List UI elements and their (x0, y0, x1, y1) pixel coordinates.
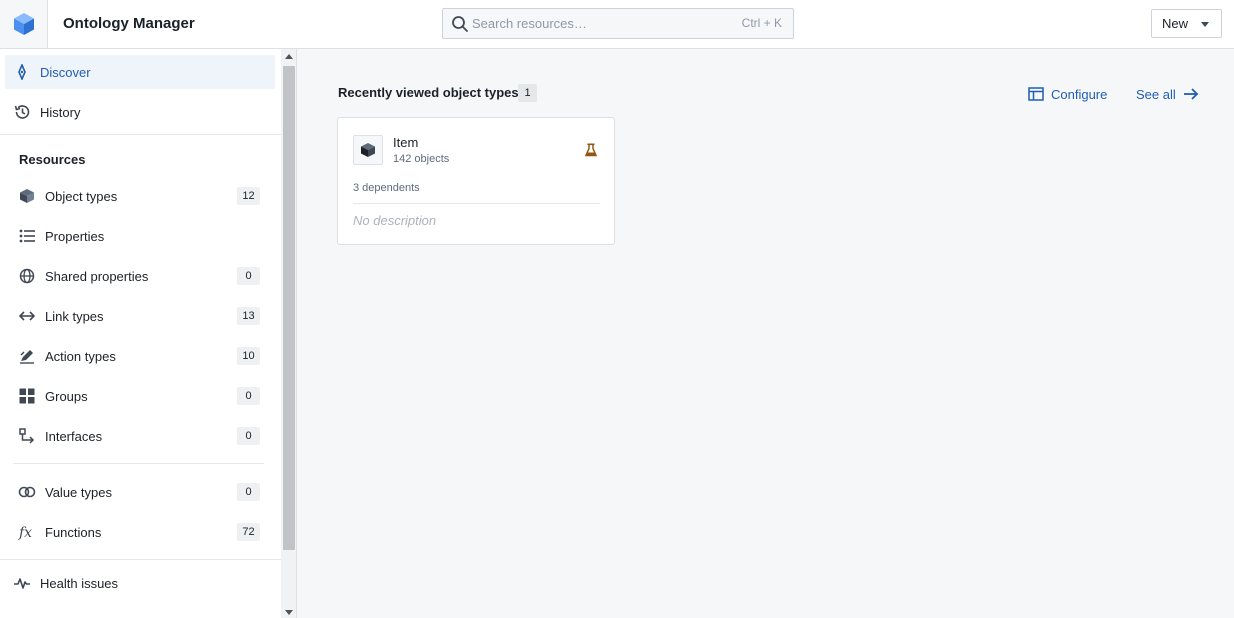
resources-heading: Resources (19, 152, 86, 167)
sidebar-item-label: Shared properties (45, 268, 149, 284)
properties-list-icon (18, 227, 36, 245)
configure-label: Configure (1051, 86, 1108, 102)
sidebar-item-health-issues[interactable]: Health issues (5, 566, 275, 600)
history-icon (13, 103, 31, 121)
flask-icon (584, 143, 598, 160)
new-button-label: New (1162, 16, 1189, 31)
scroll-thumb[interactable] (283, 66, 295, 550)
see-all-label: See all (1136, 86, 1176, 102)
cube-icon (18, 187, 36, 205)
sidebar-item-properties[interactable]: Properties (13, 219, 269, 253)
grid-icon (18, 387, 36, 405)
sidebar-item-label: Health issues (40, 575, 119, 591)
layout-panel-icon (1028, 87, 1044, 101)
object-type-name: Item (393, 135, 419, 150)
app-title: Ontology Manager (63, 15, 195, 32)
dependents-count: 3 dependents (353, 182, 420, 194)
count-badge: 0 (237, 427, 260, 445)
count-badge: 12 (237, 187, 260, 205)
sidebar-divider (13, 463, 264, 464)
pulse-icon (13, 574, 31, 592)
interface-icon (18, 427, 36, 445)
sidebar-item-history[interactable]: History (5, 95, 275, 129)
search-box[interactable]: Ctrl + K (442, 8, 794, 39)
object-type-card[interactable]: Item 142 objects 3 dependents No descrip… (337, 117, 615, 245)
scroll-down-arrow-icon[interactable] (285, 610, 293, 615)
sidebar-item-label: Properties (45, 228, 105, 244)
sidebar-item-label: Discover (40, 64, 91, 80)
sidebar-item-label: Interfaces (45, 428, 103, 444)
sidebar-item-link-types[interactable]: Link types 13 (13, 299, 269, 333)
recently-viewed-count: 1 (518, 84, 537, 102)
top-bar: Ontology Manager Ctrl + K New (0, 0, 1234, 49)
search-shortcut-hint: Ctrl + K (741, 16, 782, 30)
sidebar-item-label: Functions (45, 524, 102, 540)
sidebar-item-label: Value types (45, 484, 112, 500)
sidebar-item-label: Groups (45, 388, 88, 404)
count-badge: 0 (237, 267, 260, 285)
recently-viewed-heading: Recently viewed object types (338, 85, 519, 100)
sidebar-item-label: Link types (45, 308, 104, 324)
object-description: No description (353, 213, 437, 228)
sidebar-item-label: Object types (45, 188, 118, 204)
sidebar: Discover History Resources Object types … (0, 49, 281, 618)
sidebar-item-object-types[interactable]: Object types 12 (13, 179, 269, 213)
sidebar-divider (0, 134, 281, 135)
sidebar-item-label: Action types (45, 348, 116, 364)
arrow-right-icon (1183, 87, 1199, 101)
sidebar-item-shared-properties[interactable]: Shared properties 0 (13, 259, 269, 293)
search-icon (452, 16, 468, 32)
function-icon: ƒx (18, 523, 36, 541)
globe-icon (18, 267, 36, 285)
count-badge: 72 (237, 523, 260, 541)
sidebar-divider (0, 559, 281, 560)
cube-logo-icon (13, 13, 34, 35)
new-button[interactable]: New (1151, 9, 1222, 38)
see-all-button[interactable]: See all (1136, 84, 1199, 104)
sidebar-item-action-types[interactable]: Action types 10 (13, 339, 269, 373)
count-badge: 10 (237, 347, 260, 365)
sidebar-item-functions[interactable]: ƒx Functions 72 (13, 515, 269, 549)
scroll-up-arrow-icon[interactable] (285, 54, 293, 59)
sidebar-item-label: History (40, 104, 81, 120)
svg-text:ƒx: ƒx (18, 525, 32, 540)
sidebar-item-groups[interactable]: Groups 0 (13, 379, 269, 413)
search-input[interactable] (472, 9, 732, 38)
count-badge: 0 (237, 483, 260, 501)
sidebar-item-discover[interactable]: Discover (5, 55, 275, 89)
arrows-horizontal-icon (18, 307, 36, 325)
compass-icon (13, 63, 31, 81)
sidebar-item-interfaces[interactable]: Interfaces 0 (13, 419, 269, 453)
configure-button[interactable]: Configure (1028, 84, 1107, 104)
object-count: 142 objects (393, 153, 450, 165)
sidebar-scrollbar[interactable] (281, 49, 297, 618)
value-types-icon (18, 483, 36, 501)
sidebar-item-value-types[interactable]: Value types 0 (13, 475, 269, 509)
count-badge: 13 (237, 307, 260, 325)
card-divider (353, 203, 600, 204)
count-badge: 0 (237, 387, 260, 405)
app-logo[interactable] (0, 0, 48, 48)
edit-action-icon (18, 347, 36, 365)
cube-icon (353, 135, 383, 165)
caret-down-icon (1201, 22, 1209, 27)
